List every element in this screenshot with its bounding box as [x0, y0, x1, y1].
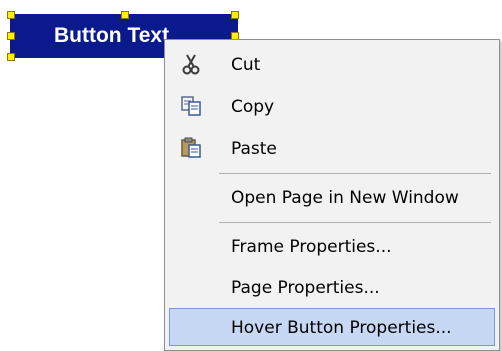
- menu-item-page-properties[interactable]: Page Properties...: [165, 267, 499, 307]
- menu-item-paste[interactable]: Paste: [165, 128, 499, 168]
- menu-item-hover-button-properties[interactable]: Hover Button Properties...: [169, 308, 495, 346]
- scissors-icon: [179, 53, 203, 75]
- menu-item-label: Cut: [231, 55, 261, 75]
- resize-handle-top-left[interactable]: [7, 11, 15, 19]
- menu-item-label: Hover Button Properties...: [231, 318, 452, 338]
- resize-handle-top-center[interactable]: [121, 11, 129, 19]
- menu-item-copy[interactable]: Copy: [165, 86, 499, 126]
- menu-item-label: Frame Properties...: [231, 237, 392, 257]
- resize-handle-top-right[interactable]: [231, 11, 239, 19]
- menu-item-label: Open Page in New Window: [231, 188, 459, 208]
- paste-icon: [179, 137, 203, 159]
- menu-separator: [219, 222, 491, 223]
- hover-button-text: Button Text: [54, 24, 170, 47]
- menu-item-label: Copy: [231, 97, 275, 117]
- context-menu: Cut Copy Paste Open Page in New Window F…: [164, 39, 500, 351]
- resize-handle-bottom-left[interactable]: [7, 53, 15, 61]
- menu-item-open-page-new-window[interactable]: Open Page in New Window: [165, 177, 499, 217]
- menu-separator: [219, 173, 491, 174]
- menu-item-label: Paste: [231, 139, 277, 159]
- copy-icon: [179, 95, 203, 117]
- menu-item-frame-properties[interactable]: Frame Properties...: [165, 226, 499, 266]
- menu-item-cut[interactable]: Cut: [165, 44, 499, 84]
- menu-item-label: Page Properties...: [231, 278, 380, 298]
- resize-handle-left[interactable]: [7, 32, 15, 40]
